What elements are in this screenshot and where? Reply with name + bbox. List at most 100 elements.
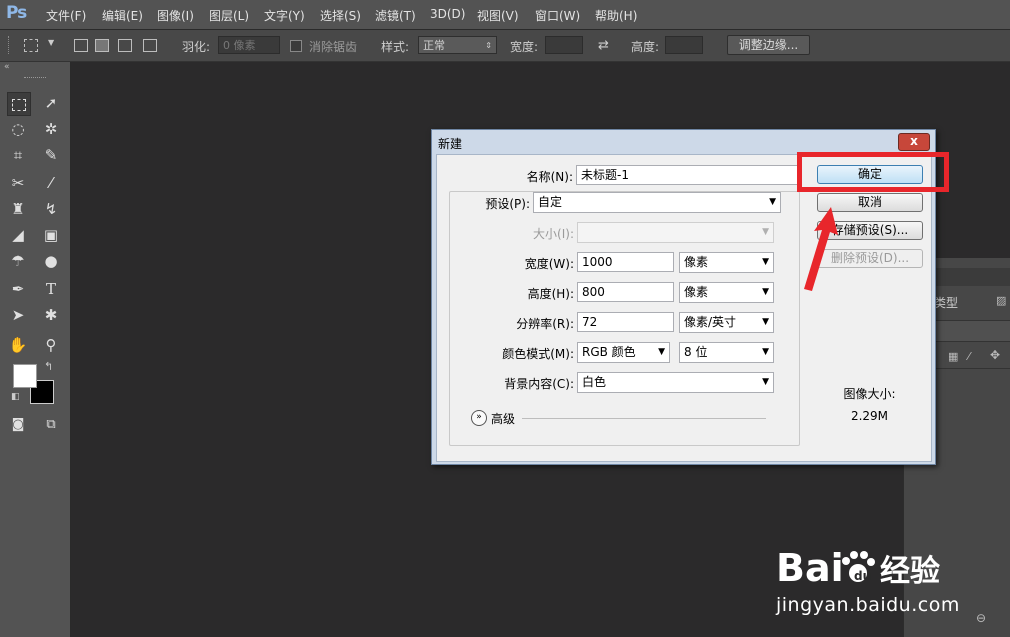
screen-mode-icon[interactable]: ⧉ (40, 414, 62, 436)
image-size-value: 2.29M (850, 409, 889, 423)
color-mode-select[interactable]: RGB 颜色 ▼ (577, 342, 670, 363)
width-label: 宽度(W): (524, 257, 574, 271)
refine-edge-button[interactable]: 调整边缘... (727, 35, 810, 55)
style-value: 正常 (423, 39, 445, 52)
size-label: 大小(I): (533, 227, 574, 241)
dodge-tool-icon[interactable]: ● (40, 250, 62, 272)
menu-type[interactable]: 文字(Y) (264, 7, 305, 24)
menu-help[interactable]: 帮助(H) (595, 7, 637, 24)
type-tool-icon[interactable]: T (40, 278, 62, 300)
preset-select[interactable]: 自定 ▼ (533, 192, 781, 213)
gradient-tool-icon[interactable]: ▣ (40, 224, 62, 246)
color-mode-value: RGB 颜色 (582, 345, 636, 359)
height-label: 高度(H): (527, 287, 574, 301)
pen-tool-icon[interactable]: ✒ (7, 278, 29, 300)
dropdown-arrow-icon: ▼ (762, 347, 769, 357)
height-input[interactable] (665, 36, 703, 54)
antialias-checkbox[interactable] (290, 40, 302, 52)
grip-handle[interactable] (8, 36, 12, 54)
hand-tool-icon[interactable]: ✋ (7, 334, 29, 356)
eraser-tool-icon[interactable]: ◢ (7, 224, 29, 246)
zoom-tool-icon[interactable]: ⚲ (40, 334, 62, 356)
move-tool-icon[interactable]: ➚ (40, 92, 62, 114)
image-filter-icon[interactable]: ▨ (996, 294, 1006, 307)
options-bar: ▼ 羽化: 0 像素 消除锯齿 样式: 正常 ⇕ 宽度: ⇄ 高度: 调整边缘.… (0, 30, 1010, 62)
width-unit-select[interactable]: 像素 ▼ (679, 252, 774, 273)
name-label: 名称(N): (526, 170, 573, 184)
collapse-icon[interactable]: « (4, 62, 10, 72)
grip-handle[interactable] (24, 77, 46, 80)
layer-filter-type[interactable]: 类型 (934, 294, 958, 311)
color-mode-label: 颜色模式(M): (502, 347, 574, 361)
width-input[interactable]: 1000 (577, 252, 674, 272)
resolution-unit-select[interactable]: 像素/英寸 ▼ (679, 312, 774, 333)
menu-window[interactable]: 窗口(W) (535, 7, 580, 24)
width-unit-value: 像素 (684, 255, 709, 269)
lasso-tool-icon[interactable]: ◌ (7, 118, 29, 140)
clone-stamp-icon[interactable]: ♜ (7, 198, 29, 220)
close-button[interactable]: x (898, 133, 930, 151)
foreground-color-swatch[interactable] (13, 364, 37, 388)
lock-brush-icon[interactable]: ⁄ (968, 350, 970, 363)
path-selection-icon[interactable]: ➤ (7, 304, 29, 326)
height-unit-select[interactable]: 像素 ▼ (679, 282, 774, 303)
dropdown-arrow-icon: ▼ (762, 377, 769, 387)
dropdown-arrow-icon: ▼ (762, 257, 769, 267)
marquee-preset-icon[interactable] (24, 39, 38, 52)
menu-image[interactable]: 图像(I) (157, 7, 194, 24)
name-input[interactable]: 未标题-1 (576, 165, 798, 185)
menu-3d[interactable]: 3D(D) (430, 7, 465, 21)
menu-filter[interactable]: 滤镜(T) (375, 7, 416, 24)
menu-view[interactable]: 视图(V) (477, 7, 519, 24)
feather-input[interactable]: 0 像素 (218, 36, 280, 54)
swap-colors-icon[interactable]: ↰ (44, 360, 53, 373)
brush-tool-icon[interactable]: ⁄ (40, 172, 62, 194)
dropdown-arrow-icon: ▼ (762, 287, 769, 297)
style-select[interactable]: 正常 ⇕ (418, 36, 497, 54)
updown-icon: ⇕ (485, 41, 492, 50)
subtract-selection-icon[interactable] (118, 39, 132, 52)
crop-tool-icon[interactable]: ⌗ (7, 144, 29, 166)
height-label: 高度: (631, 40, 660, 54)
eyedropper-icon[interactable]: ✎ (40, 144, 62, 166)
height-input[interactable]: 800 (577, 282, 674, 302)
add-selection-icon[interactable] (95, 39, 109, 52)
resolution-input[interactable]: 72 (577, 312, 674, 332)
shape-tool-icon[interactable]: ✱ (40, 304, 62, 326)
highlight-box (797, 152, 949, 192)
swap-icon[interactable]: ⇄ (598, 38, 609, 53)
dialog-title: 新建 (438, 137, 463, 151)
healing-brush-icon[interactable]: ✂ (7, 172, 29, 194)
antialias-label: 消除锯齿 (309, 40, 358, 54)
bit-depth-select[interactable]: 8 位 ▼ (679, 342, 774, 363)
menu-edit[interactable]: 编辑(E) (102, 7, 143, 24)
menu-bar: Ps 文件(F) 编辑(E) 图像(I) 图层(L) 文字(Y) 选择(S) 滤… (0, 0, 1010, 30)
bit-depth-value: 8 位 (684, 345, 708, 359)
lock-pixels-icon[interactable]: ▦ (948, 350, 958, 363)
background-select[interactable]: 白色 ▼ (577, 372, 774, 393)
watermark-url: jingyan.baidu.com (776, 594, 960, 616)
quick-mask-icon[interactable]: ◙ (7, 414, 29, 436)
menu-select[interactable]: 选择(S) (320, 7, 361, 24)
link-layers-icon[interactable]: ⊖ (976, 611, 986, 625)
width-input[interactable] (545, 36, 583, 54)
magic-wand-icon[interactable]: ✲ (40, 118, 62, 140)
lock-position-icon[interactable]: ✥ (990, 348, 1000, 362)
default-colors-icon[interactable]: ◧ (11, 392, 20, 402)
background-value: 白色 (582, 375, 607, 389)
menu-file[interactable]: 文件(F) (46, 7, 86, 24)
advanced-label[interactable]: 高级 (491, 410, 515, 427)
width-label: 宽度: (510, 40, 539, 54)
chevron-down-icon[interactable]: ▼ (48, 38, 54, 47)
blur-tool-icon[interactable]: ☂ (7, 250, 29, 272)
marquee-tool-icon[interactable] (7, 92, 31, 116)
expand-advanced-icon[interactable]: » (471, 410, 487, 426)
document-settings-group: 预设(P): 自定 ▼ 大小(I): ▼ 宽度(W): 1000 像素 ▼ 高度… (449, 191, 800, 446)
menu-layer[interactable]: 图层(L) (209, 7, 249, 24)
new-selection-icon[interactable] (74, 39, 88, 52)
dropdown-arrow-icon: ▼ (769, 197, 776, 207)
preset-value: 自定 (538, 195, 563, 209)
style-label: 样式: (381, 40, 410, 54)
history-brush-icon[interactable]: ↯ (40, 198, 62, 220)
intersect-selection-icon[interactable] (143, 39, 157, 52)
